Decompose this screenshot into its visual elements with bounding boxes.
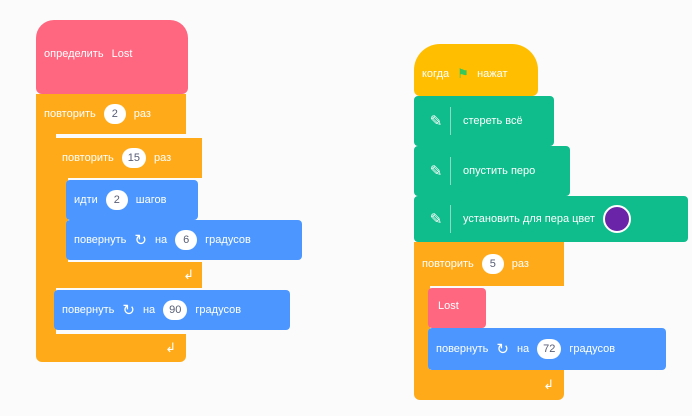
- when-flag-clicked-block[interactable]: когда ⚑ нажат: [414, 44, 538, 96]
- move-steps-block[interactable]: идти 2 шагов: [66, 180, 198, 220]
- repeat-label: повторить: [422, 258, 474, 270]
- move-steps-input[interactable]: 2: [105, 190, 128, 210]
- turn1-degrees-input[interactable]: 6: [175, 230, 198, 250]
- turn2-label: повернуть: [62, 304, 115, 316]
- repeat-suffix: раз: [511, 258, 529, 270]
- define-block[interactable]: определить Lost: [36, 20, 188, 94]
- repeat-count-input[interactable]: 5: [481, 254, 504, 274]
- define-label: определить: [44, 48, 104, 60]
- pen-erase-all-block[interactable]: ✎ стереть всё: [414, 96, 554, 146]
- flag-label-post: нажат: [477, 68, 508, 80]
- turn-suffix: градусов: [569, 343, 616, 355]
- repeat-inner-foot: ↲: [56, 262, 202, 288]
- turn1-on: на: [154, 234, 168, 246]
- loop-arrow-icon: ↲: [183, 267, 194, 282]
- turn2-suffix: градусов: [195, 304, 242, 316]
- move-label: идти: [74, 194, 98, 206]
- pen-icon: ✎: [422, 157, 451, 185]
- repeat-outer-label: повторить: [44, 108, 96, 120]
- rotate-clockwise-icon: ↻: [134, 232, 147, 249]
- pen-icon: ✎: [422, 205, 451, 233]
- repeat-inner-suffix: раз: [154, 152, 172, 164]
- repeat-inner-block[interactable]: повторить 15 раз: [56, 138, 202, 178]
- turn-label: повернуть: [436, 343, 489, 355]
- pen-icon: ✎: [422, 107, 451, 135]
- repeat-inner-label: повторить: [62, 152, 114, 164]
- repeat-outer-block[interactable]: повторить 2 раз: [36, 94, 186, 134]
- turn-on: на: [516, 343, 530, 355]
- repeat-block[interactable]: повторить 5 раз: [414, 242, 564, 286]
- loop-arrow-icon: ↲: [543, 377, 554, 392]
- move-suffix: шагов: [135, 194, 167, 206]
- define-name: Lost: [111, 48, 133, 60]
- turn-right-block[interactable]: повернуть ↻ на 72 градусов: [428, 328, 666, 370]
- turn-degrees-input[interactable]: 72: [537, 339, 562, 359]
- repeat-outer-arm: [36, 134, 56, 334]
- call-lost-block[interactable]: Lost: [428, 288, 486, 328]
- repeat-outer-foot: ↲: [36, 334, 186, 362]
- rotate-clockwise-icon: ↻: [496, 341, 509, 358]
- repeat-foot: ↲: [414, 370, 564, 400]
- turn2-on: на: [142, 304, 156, 316]
- pen-down-label: опустить перо: [463, 165, 536, 177]
- repeat-inner-count-input[interactable]: 15: [121, 148, 146, 168]
- loop-arrow-icon: ↲: [165, 340, 176, 355]
- pen-set-color-block[interactable]: ✎ установить для пера цвет: [414, 196, 688, 242]
- rotate-clockwise-icon: ↻: [122, 302, 135, 319]
- flag-label-pre: когда: [422, 68, 450, 80]
- call-label: Lost: [438, 300, 459, 312]
- repeat-outer-count-input[interactable]: 2: [103, 104, 126, 124]
- scripts-canvas: определить Lost повторить 2 раз ↲ повтор…: [0, 0, 692, 416]
- turn2-degrees-input[interactable]: 90: [163, 300, 188, 320]
- turn1-suffix: градусов: [205, 234, 251, 246]
- repeat-outer-suffix: раз: [133, 108, 151, 120]
- erase-label: стереть всё: [463, 115, 523, 127]
- pen-color-swatch[interactable]: [602, 205, 631, 233]
- green-flag-icon: ⚑: [457, 66, 469, 81]
- turn-right-block[interactable]: повернуть ↻ на 6 градусов: [66, 220, 302, 260]
- set-color-label: установить для пера цвет: [463, 213, 595, 225]
- turn-right-block[interactable]: повернуть ↻ на 90 градусов: [54, 290, 290, 330]
- pen-down-block[interactable]: ✎ опустить перо: [414, 146, 570, 196]
- turn1-label: повернуть: [74, 234, 127, 246]
